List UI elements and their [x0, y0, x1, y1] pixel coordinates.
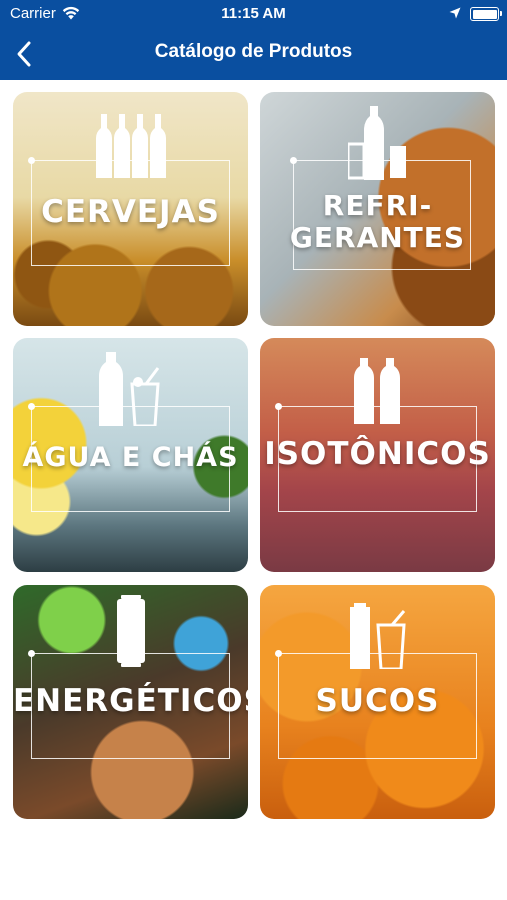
soda-bottle-glass-icon [260, 106, 495, 180]
clock: 11:15 AM [221, 5, 286, 22]
energy-can-icon [13, 595, 248, 667]
location-arrow-icon [449, 7, 461, 19]
category-label: ISOTÔNICOS [264, 436, 491, 472]
sports-bottles-icon [260, 358, 495, 424]
category-label: ÁGUA E CHÁS [22, 442, 239, 473]
category-tile-refrigerantes[interactable]: REFRI- GERANTES [260, 92, 495, 326]
navigation-bar: Catálogo de Produtos [0, 28, 507, 80]
category-label-line2: GERANTES [289, 221, 466, 254]
category-label: SUCOS [315, 683, 440, 719]
category-label: ENERGÉTICOS [13, 683, 248, 719]
category-tile-sucos[interactable]: SUCOS [260, 585, 495, 819]
beer-bottles-icon [13, 114, 248, 178]
category-tile-agua-e-chas[interactable]: ÁGUA E CHÁS [13, 338, 248, 572]
category-tile-isotonicos[interactable]: ISOTÔNICOS [260, 338, 495, 572]
page-title: Catálogo de Produtos [154, 41, 353, 62]
category-tile-cervejas[interactable]: CERVEJAS [13, 92, 248, 326]
category-tile-energeticos[interactable]: ENERGÉTICOS [13, 585, 248, 819]
category-label: CERVEJAS [41, 194, 220, 230]
status-bar: Carrier 11:15 AM [0, 0, 507, 28]
juice-bottle-glass-icon [260, 603, 495, 669]
water-bottle-glass-icon [13, 352, 248, 426]
battery-icon [470, 7, 502, 21]
category-label-line1: REFRI- [322, 189, 433, 222]
